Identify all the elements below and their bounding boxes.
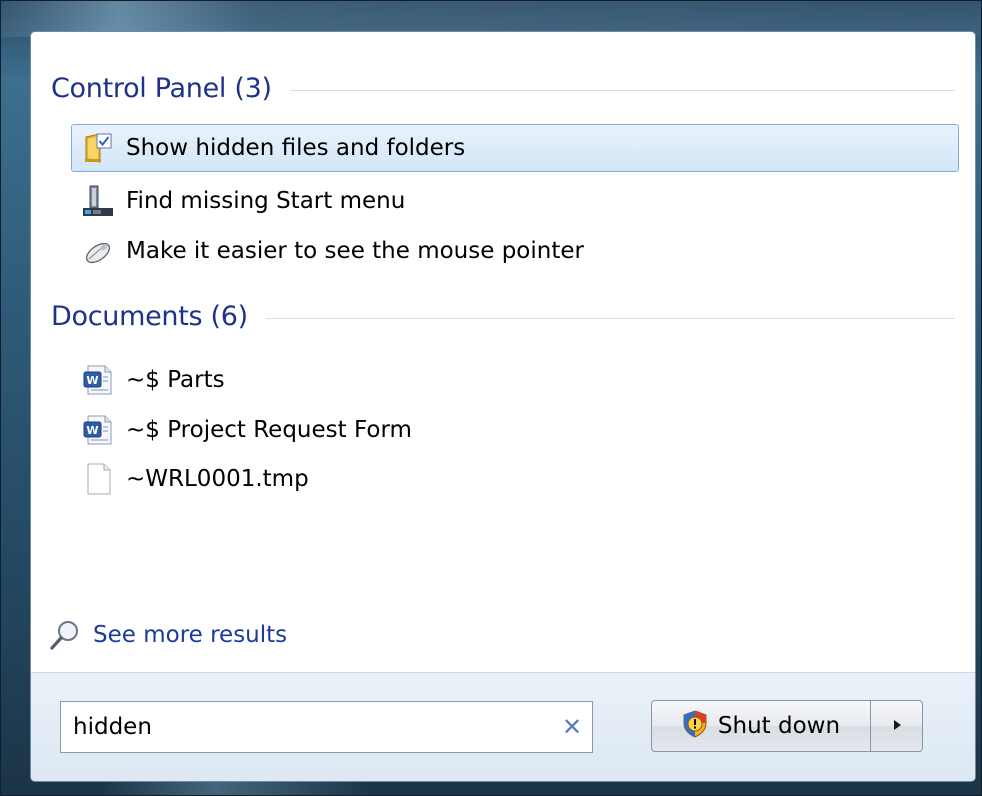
group-title: Control Panel (3)	[51, 72, 272, 104]
result-item-show-hidden-files[interactable]: Show hidden files and folders	[71, 124, 959, 172]
search-results-panel: Control Panel (3) Show hidden files and …	[30, 31, 976, 782]
result-item-label: ~WRL0001.tmp	[126, 466, 309, 492]
search-box: ✕	[60, 701, 593, 753]
word-document-icon: W	[80, 362, 116, 398]
folder-options-icon	[80, 130, 116, 166]
see-more-results-link[interactable]: See more results	[47, 615, 287, 655]
result-item-parts[interactable]: W ~$ Parts	[71, 356, 959, 404]
result-item-find-missing-start-menu[interactable]: Find missing Start menu	[71, 177, 959, 225]
word-document-icon: W	[80, 412, 116, 448]
result-item-label: Show hidden files and folders	[126, 135, 466, 161]
group-header-documents[interactable]: Documents (6)	[51, 296, 955, 336]
svg-text:W: W	[86, 424, 98, 437]
result-item-label: ~$ Project Request Form	[126, 417, 412, 443]
result-item-label: Find missing Start menu	[126, 188, 406, 214]
results-list: Control Panel (3) Show hidden files and …	[31, 32, 975, 672]
see-more-label: See more results	[93, 622, 288, 648]
search-icon	[47, 617, 83, 653]
result-item-project-request-form[interactable]: W ~$ Project Request Form	[71, 406, 959, 454]
shut-down-button[interactable]: Shut down	[651, 700, 871, 752]
arrow-right-icon	[891, 717, 903, 736]
group-title: Documents (6)	[51, 300, 248, 332]
shut-down-label: Shut down	[717, 713, 841, 739]
mouse-icon	[80, 233, 116, 269]
result-item-label: ~$ Parts	[126, 367, 225, 393]
result-item-wrl0001-tmp[interactable]: ~WRL0001.tmp	[71, 455, 959, 503]
clear-search-button[interactable]: ✕	[552, 702, 592, 752]
result-item-label: Make it easier to see the mouse pointer	[126, 238, 584, 264]
start-menu-bottom-bar: ✕ Shut down	[31, 672, 975, 781]
power-controls: Shut down	[651, 700, 923, 752]
svg-text:W: W	[86, 374, 98, 387]
blank-file-icon	[80, 461, 116, 497]
search-input[interactable]	[61, 701, 552, 753]
start-menu-frame: Control Panel (3) Show hidden files and …	[0, 0, 982, 796]
shut-down-options-button[interactable]	[871, 700, 923, 752]
group-divider	[265, 317, 955, 319]
group-divider	[289, 89, 955, 91]
taskbar-icon	[80, 183, 116, 219]
uac-shield-icon	[682, 710, 708, 742]
result-item-mouse-pointer[interactable]: Make it easier to see the mouse pointer	[71, 227, 959, 275]
group-header-control-panel[interactable]: Control Panel (3)	[51, 68, 955, 108]
